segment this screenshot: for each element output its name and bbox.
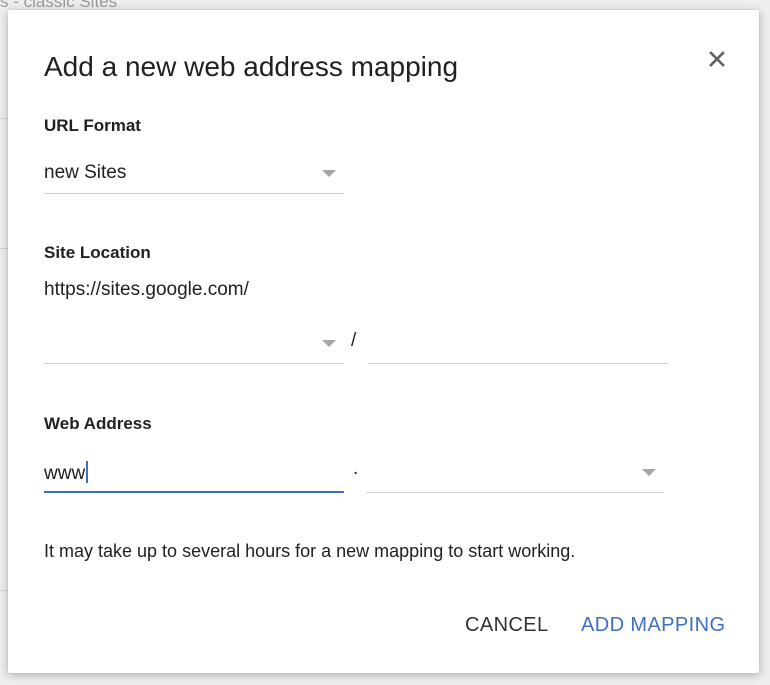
site-path-input[interactable] xyxy=(368,324,668,364)
text-cursor xyxy=(86,461,89,483)
url-format-select[interactable]: new Sites xyxy=(44,154,344,194)
cancel-button[interactable]: CANCEL xyxy=(465,614,549,637)
domain-separator: . xyxy=(353,458,359,479)
web-address-label: Web Address xyxy=(44,414,152,433)
subdomain-input-text: www xyxy=(44,461,89,485)
url-format-label: URL Format xyxy=(44,116,141,135)
background-divider xyxy=(0,118,8,119)
background-divider xyxy=(0,590,8,591)
chevron-down-icon xyxy=(642,469,656,476)
subdomain-value: www xyxy=(44,463,86,484)
path-separator: / xyxy=(351,330,357,351)
subdomain-input[interactable]: www xyxy=(44,453,344,493)
mapping-delay-note: It may take up to several hours for a ne… xyxy=(44,541,576,561)
dialog-title: Add a new web address mapping xyxy=(44,51,459,82)
site-base-url: https://sites.google.com/ xyxy=(44,279,249,300)
chevron-down-icon xyxy=(322,170,336,177)
site-location-label: Site Location xyxy=(44,243,151,262)
close-icon xyxy=(709,51,725,67)
chevron-down-icon xyxy=(322,340,336,347)
add-mapping-button[interactable]: ADD MAPPING xyxy=(581,614,725,637)
close-button[interactable] xyxy=(706,48,728,70)
add-web-address-mapping-dialog: Add a new web address mapping URL Format… xyxy=(8,10,759,673)
url-format-value: new Sites xyxy=(44,162,127,183)
background-divider xyxy=(0,248,8,249)
site-domain-select[interactable] xyxy=(44,324,344,364)
web-domain-select[interactable] xyxy=(366,453,664,493)
